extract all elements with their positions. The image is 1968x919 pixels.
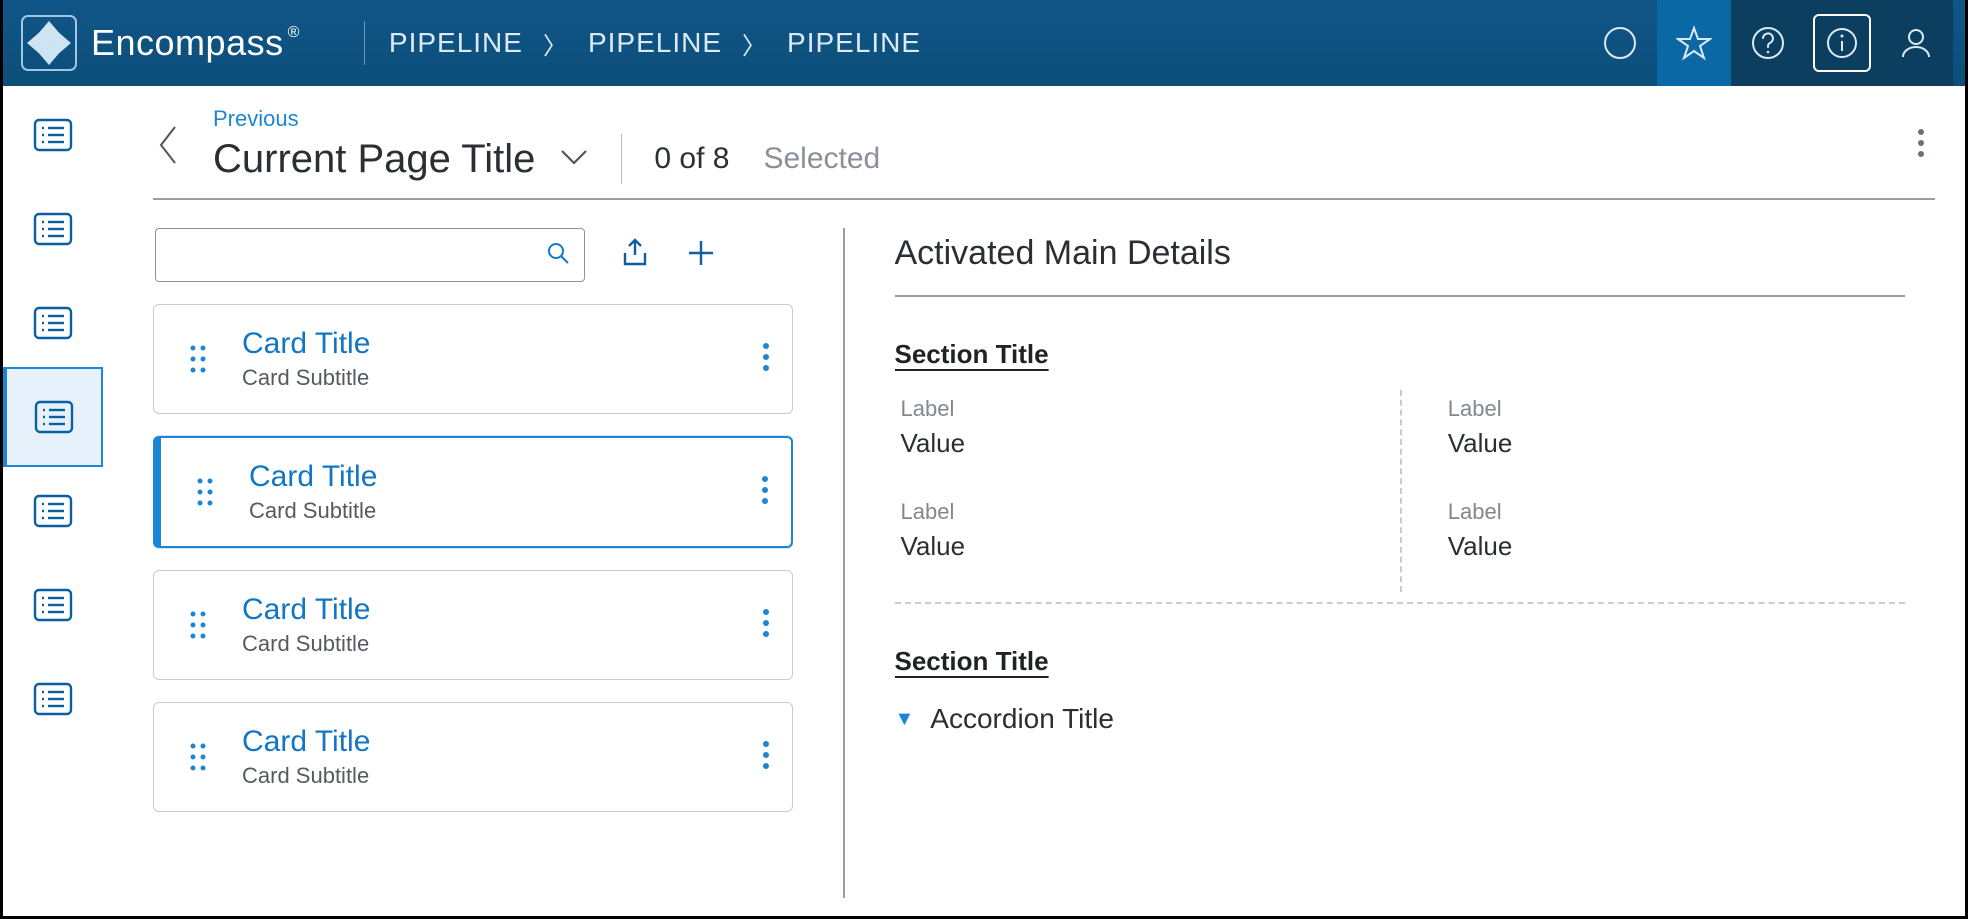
rail-item[interactable] (33, 682, 73, 716)
help-icon[interactable] (1731, 0, 1805, 86)
divider (895, 602, 1906, 604)
page-title: Current Page Title (213, 137, 535, 182)
card-item[interactable]: Card Title Card Subtitle (153, 570, 793, 680)
card-title: Card Title (242, 725, 732, 759)
card-menu-button[interactable] (761, 475, 769, 510)
registered-mark: ® (288, 24, 300, 42)
details-panel: Activated Main Details Section Title Lab… (895, 228, 1936, 898)
chevron-right-icon: 〉 (543, 26, 568, 61)
brand-name: Encompass® (91, 22, 300, 64)
left-rail (3, 86, 103, 916)
brand: Encompass® (21, 15, 300, 71)
star-icon[interactable] (1657, 0, 1731, 86)
circle-icon[interactable] (1583, 0, 1657, 86)
field-grid: Label Value Label Value Label Value Labe… (895, 396, 1906, 602)
card-subtitle: Card Subtitle (242, 763, 732, 789)
card-item[interactable]: Card Title Card Subtitle (153, 304, 793, 414)
search-icon[interactable] (546, 241, 570, 270)
rail-item-selected[interactable] (3, 367, 103, 467)
field-label: Label (901, 396, 1380, 422)
card-title: Card Title (242, 593, 732, 627)
field-value: Value (1448, 531, 1885, 562)
divider (364, 21, 365, 65)
card-item-selected[interactable]: Card Title Card Subtitle (153, 436, 793, 548)
rail-item[interactable] (33, 212, 73, 246)
chevron-right-icon: 〉 (742, 26, 767, 61)
card-menu-button[interactable] (762, 740, 770, 775)
card-subtitle: Card Subtitle (242, 631, 732, 657)
info-icon[interactable] (1805, 0, 1879, 86)
field-label: Label (901, 499, 1380, 525)
section-heading: Section Title (895, 646, 1906, 677)
add-icon[interactable] (685, 237, 717, 274)
breadcrumb-item[interactable]: PIPELINE (389, 27, 523, 59)
rail-item[interactable] (33, 306, 73, 340)
section-heading: Section Title (895, 339, 1906, 370)
card-menu-button[interactable] (762, 608, 770, 643)
rail-item[interactable] (33, 118, 73, 152)
field-value: Value (901, 428, 1380, 459)
breadcrumb-item[interactable]: PIPELINE (787, 27, 921, 59)
card-subtitle: Card Subtitle (249, 498, 731, 524)
caret-down-icon: ▼ (895, 708, 915, 731)
card-title: Card Title (249, 460, 731, 494)
selection-label: Selected (763, 142, 880, 176)
details-title: Activated Main Details (895, 234, 1906, 273)
rail-item[interactable] (33, 588, 73, 622)
cards-panel: Card Title Card Subtitle Card Title (153, 228, 793, 898)
topbar-actions (1583, 0, 1953, 86)
card-subtitle: Card Subtitle (242, 365, 732, 391)
drag-handle-icon[interactable] (191, 477, 219, 507)
back-button[interactable] (153, 115, 183, 175)
more-menu-button[interactable] (1917, 145, 1925, 162)
user-icon[interactable] (1879, 0, 1953, 86)
drag-handle-icon[interactable] (184, 610, 212, 640)
drag-handle-icon[interactable] (184, 742, 212, 772)
accordion-title: Accordion Title (930, 703, 1114, 735)
selection-count: 0 of 8 (654, 142, 729, 176)
field-value: Value (1448, 428, 1885, 459)
accordion-header[interactable]: ▼ Accordion Title (895, 703, 1906, 735)
search-box[interactable] (155, 228, 585, 282)
brand-logo-icon (21, 15, 77, 71)
export-icon[interactable] (619, 237, 651, 274)
cards-list: Card Title Card Subtitle Card Title (153, 304, 793, 812)
divider (895, 295, 1906, 297)
top-nav: Encompass® PIPELINE 〉 PIPELINE 〉 PIPELIN… (3, 0, 1965, 86)
drag-handle-icon[interactable] (184, 344, 212, 374)
card-menu-button[interactable] (762, 342, 770, 377)
field-value: Value (901, 531, 1380, 562)
search-input[interactable] (170, 242, 536, 268)
breadcrumb-item[interactable]: PIPELINE (588, 27, 722, 59)
rail-item[interactable] (33, 494, 73, 528)
field-label: Label (1448, 499, 1885, 525)
chevron-down-icon[interactable] (559, 147, 589, 172)
card-title: Card Title (242, 327, 732, 361)
card-item[interactable]: Card Title Card Subtitle (153, 702, 793, 812)
page-header: Previous Current Page Title 0 of 8 Selec… (153, 106, 1935, 198)
breadcrumb: PIPELINE 〉 PIPELINE 〉 PIPELINE (389, 26, 921, 61)
previous-link[interactable]: Previous (213, 106, 880, 132)
divider (153, 198, 1935, 200)
divider (621, 134, 622, 184)
divider (1400, 390, 1402, 592)
divider (843, 228, 845, 898)
field-label: Label (1448, 396, 1885, 422)
